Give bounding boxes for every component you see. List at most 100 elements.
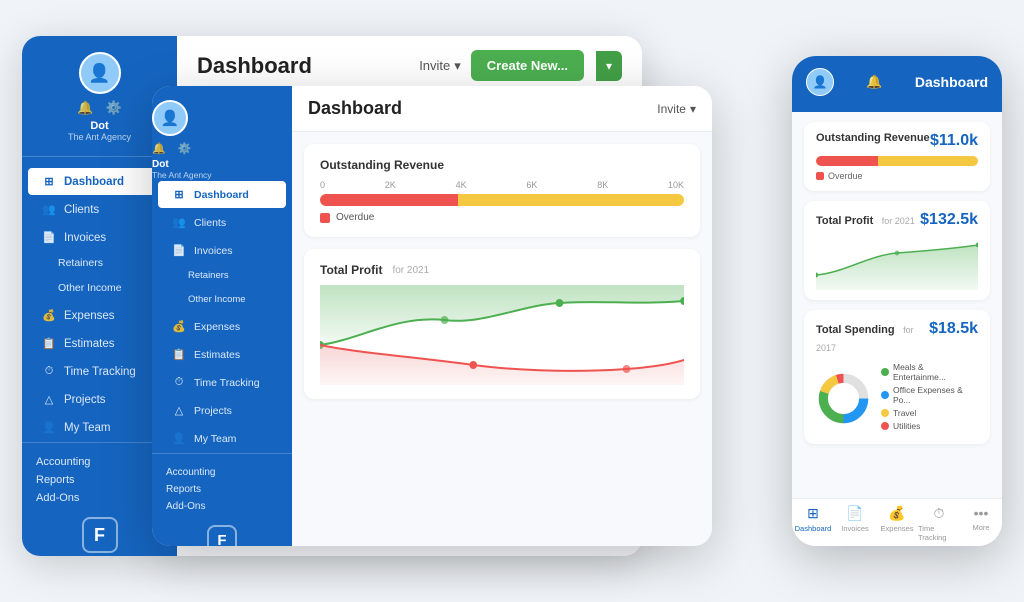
- phone-profit-labels: Total Profit for 2021: [816, 211, 915, 229]
- t2-clients-icon: 👥: [172, 216, 186, 229]
- t2-sidebar-item-team[interactable]: 👤 My Team: [158, 425, 286, 452]
- phone-nav-expenses[interactable]: 💰 Expenses: [876, 505, 918, 542]
- t2-profit-year: for 2021: [392, 265, 429, 276]
- phone-bell-icon[interactable]: 🔔: [866, 74, 882, 90]
- sidebar-item-my-team[interactable]: 👤 My Team: [28, 414, 171, 441]
- t2-invoices-icon: 📄: [172, 244, 186, 257]
- sidebar-item-projects[interactable]: △ Projects: [28, 386, 171, 413]
- t2-chevron-icon: ▾: [690, 102, 696, 116]
- phone-profit-header: Total Profit for 2021 $132.5k: [816, 211, 978, 229]
- sidebar-label-time-tracking: Time Tracking: [64, 366, 136, 378]
- sidebar-label-estimates: Estimates: [64, 338, 115, 350]
- addons-link[interactable]: Add-Ons: [36, 489, 163, 507]
- sidebar-item-other-income[interactable]: Other Income: [28, 275, 171, 301]
- chevron-down-icon: ▾: [454, 58, 461, 74]
- legend-item-travel: Travel: [881, 408, 978, 418]
- t2-label-invoices: Invoices: [194, 245, 233, 257]
- t2-sidebar-bottom: Accounting Reports Add-Ons F: [152, 453, 292, 546]
- phone-nav-time-label: Time Tracking: [918, 524, 960, 542]
- phone-spending-labels: Total Spending for 2017: [816, 320, 929, 356]
- t2-bell-icon[interactable]: 🔔: [152, 142, 166, 155]
- freshbooks-logo: F: [82, 517, 118, 553]
- t2-team-icon: 👤: [172, 432, 186, 445]
- phone-profit-chart: [816, 235, 978, 290]
- phone-profit-card: Total Profit for 2021 $132.5k: [804, 201, 990, 300]
- phone-overdue-dot: [816, 172, 824, 180]
- t2-sidebar-item-estimates[interactable]: 📋 Estimates: [158, 341, 286, 368]
- sidebar-item-retainers[interactable]: Retainers: [28, 250, 171, 276]
- t2-sidebar-item-dashboard[interactable]: ⊞ Dashboard: [158, 181, 286, 208]
- legend-item-meals: Meals & Entertainme...: [881, 362, 978, 382]
- phone-nav-more-label: More: [972, 523, 989, 532]
- spending-legend: Meals & Entertainme... Office Expenses &…: [881, 362, 978, 434]
- t2-sidebar-item-invoices[interactable]: 📄 Invoices: [158, 237, 286, 264]
- sidebar-item-dashboard[interactable]: ⊞ Dashboard: [28, 168, 171, 195]
- phone-nav-time[interactable]: ⏱ Time Tracking: [918, 505, 960, 542]
- phone-spending-title: Total Spending: [816, 324, 895, 336]
- t2-label-expenses: Expenses: [194, 321, 240, 333]
- phone-revenue-value: $11.0k: [930, 132, 978, 150]
- t2-label-clients: Clients: [194, 217, 226, 229]
- t2-revenue-legend: Overdue: [320, 212, 684, 223]
- t2-revenue-bar: [320, 194, 684, 206]
- t2-label-estimates: Estimates: [194, 349, 240, 361]
- t2-overdue-bar: [320, 194, 458, 206]
- spending-donut: [816, 371, 871, 426]
- sidebar-item-expenses[interactable]: 💰 Expenses: [28, 302, 171, 329]
- reports-link[interactable]: Reports: [36, 471, 163, 489]
- t2-gear-icon[interactable]: ⚙️: [178, 142, 192, 155]
- sidebar-item-invoices[interactable]: 📄 Invoices: [28, 224, 171, 251]
- meals-dot: [881, 368, 889, 376]
- sidebar-item-estimates[interactable]: 📋 Estimates: [28, 330, 171, 357]
- create-new-dropdown[interactable]: ▾: [596, 51, 622, 81]
- phone-nav-more[interactable]: ••• More: [960, 505, 1002, 542]
- bell-icon[interactable]: 🔔: [77, 100, 93, 116]
- t2-sidebar-item-retainers[interactable]: Retainers: [158, 263, 286, 288]
- sidebar-item-clients[interactable]: 👥 Clients: [28, 196, 171, 223]
- sidebar-item-time-tracking[interactable]: ⏱ Time Tracking: [28, 358, 171, 385]
- t2-label-dashboard: Dashboard: [194, 189, 249, 201]
- invite-button[interactable]: Invite ▾: [419, 58, 461, 74]
- create-new-button[interactable]: Create New...: [471, 50, 584, 81]
- phone-nav-invoices[interactable]: 📄 Invoices: [834, 505, 876, 542]
- legend-item-utilities: Utilities: [881, 421, 978, 431]
- t2-sidebar-nav: ⊞ Dashboard 👥 Clients 📄 Invoices Retaine…: [152, 180, 292, 453]
- phone-avatar: 👤: [806, 68, 834, 96]
- clients-icon: 👥: [42, 203, 56, 216]
- utilities-dot: [881, 422, 889, 430]
- t2-projects-icon: △: [172, 404, 186, 417]
- t2-dashboard-icon: ⊞: [172, 188, 186, 201]
- t2-estimates-icon: 📋: [172, 348, 186, 361]
- estimates-icon: 📋: [42, 337, 56, 350]
- t2-profit-card: Total Profit for 2021: [304, 249, 700, 399]
- utilities-label: Utilities: [893, 421, 920, 431]
- phone-nav-time-icon: ⏱: [934, 505, 945, 522]
- tablet2-main: Dashboard Invite ▾ Outstanding Revenue 0…: [292, 86, 712, 546]
- time-icon: ⏱: [42, 365, 56, 378]
- phone-nav-dashboard[interactable]: ⊞ Dashboard: [792, 505, 834, 542]
- t2-label-projects: Projects: [194, 405, 232, 417]
- invoices-icon: 📄: [42, 231, 56, 244]
- phone-nav-more-icon: •••: [974, 505, 989, 521]
- gear-icon[interactable]: ⚙️: [106, 100, 122, 116]
- travel-label: Travel: [893, 408, 916, 418]
- team-icon: 👤: [42, 421, 56, 434]
- t2-label-retainers: Retainers: [188, 270, 229, 281]
- t2-sidebar-item-clients[interactable]: 👥 Clients: [158, 209, 286, 236]
- t2-invite-button[interactable]: Invite ▾: [657, 102, 696, 116]
- phone-nav-expenses-label: Expenses: [881, 524, 914, 533]
- accounting-link[interactable]: Accounting: [36, 453, 163, 471]
- t2-accounting-link[interactable]: Accounting: [166, 464, 278, 481]
- office-dot: [881, 391, 889, 399]
- t2-addons-link[interactable]: Add-Ons: [166, 498, 278, 515]
- phone-nav-invoices-icon: 📄: [846, 505, 863, 522]
- t2-sidebar-item-time[interactable]: ⏱ Time Tracking: [158, 369, 286, 396]
- expenses-icon: 💰: [42, 309, 56, 322]
- t2-reports-link[interactable]: Reports: [166, 481, 278, 498]
- t2-sidebar-item-expenses[interactable]: 💰 Expenses: [158, 313, 286, 340]
- sidebar-label-projects: Projects: [64, 394, 106, 406]
- t2-sidebar-item-projects[interactable]: △ Projects: [158, 397, 286, 424]
- sidebar-label-retainers: Retainers: [58, 257, 103, 269]
- phone-spending-value: $18.5k: [929, 320, 978, 338]
- t2-sidebar-item-other[interactable]: Other Income: [158, 287, 286, 312]
